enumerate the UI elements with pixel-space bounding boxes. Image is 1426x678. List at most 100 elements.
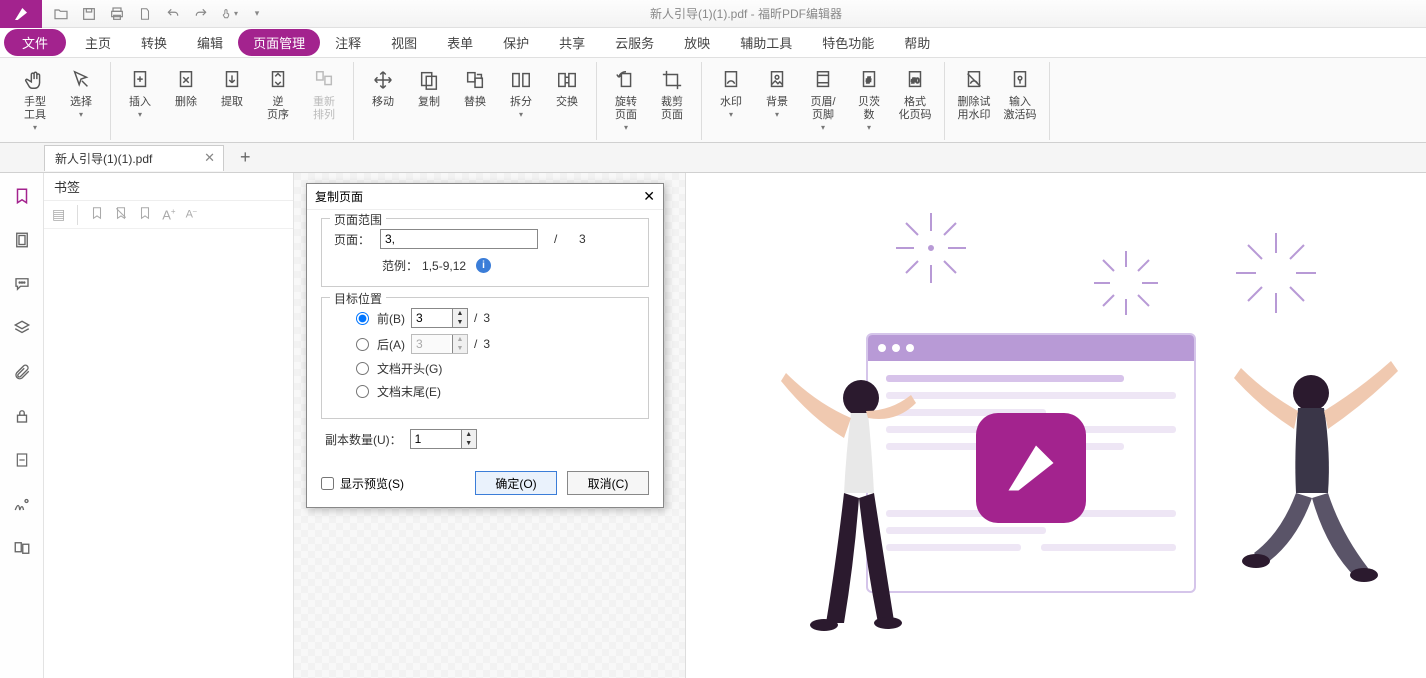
preview-checkbox[interactable]	[321, 477, 334, 490]
svg-text:#: #	[866, 76, 871, 85]
ribbon-copy-button[interactable]: 复制	[406, 62, 452, 140]
ribbon-activate-button[interactable]: 输入激活码	[997, 62, 1043, 140]
ribbon-headerfooter-button[interactable]: 页眉/页脚▾	[800, 62, 846, 140]
compare-icon[interactable]	[11, 537, 33, 559]
dialog-close-icon[interactable]: ✕	[643, 188, 655, 205]
form-icon[interactable]	[11, 449, 33, 471]
menu-protect[interactable]: 保护	[488, 29, 544, 56]
page-total: 3	[573, 232, 591, 246]
qat-dropdown-icon[interactable]: ▾	[248, 5, 266, 23]
bookmark-list-icon[interactable]: ▤	[52, 206, 65, 223]
preview-checkbox-row[interactable]: 显示预览(S)	[321, 475, 404, 492]
pages-icon[interactable]	[11, 229, 33, 251]
menu-view[interactable]: 视图	[376, 29, 432, 56]
menu-comment[interactable]: 注释	[320, 29, 376, 56]
copies-spinner[interactable]: ▲▼	[410, 429, 477, 449]
touch-icon[interactable]: ▾	[220, 5, 238, 23]
dialog-title: 复制页面	[315, 188, 363, 205]
page-input[interactable]	[380, 229, 538, 249]
close-tab-icon[interactable]: ✕	[204, 150, 215, 166]
page-range-legend: 页面范围	[330, 211, 386, 228]
document-tab-strip: 新人引导(1)(1).pdf ✕ +	[0, 143, 1426, 173]
bookmark-expand-icon[interactable]	[138, 206, 152, 223]
security-icon[interactable]	[11, 405, 33, 427]
menu-home[interactable]: 主页	[70, 29, 126, 56]
menu-edit[interactable]: 编辑	[182, 29, 238, 56]
bookmark-add-icon[interactable]	[90, 206, 104, 223]
doc-end-label: 文档末尾(E)	[377, 383, 441, 400]
title-bar: ▾ ▾ 新人引导(1)(1).pdf - 福昕PDF编辑器	[0, 0, 1426, 28]
menu-accessibility[interactable]: 辅助工具	[725, 29, 807, 56]
menu-page-manage[interactable]: 页面管理	[238, 29, 320, 56]
ribbon-extract-button[interactable]: 提取	[209, 62, 255, 140]
file-icon[interactable]	[136, 5, 154, 23]
background-icon	[766, 66, 788, 94]
firework-icon	[886, 203, 976, 298]
doc-begin-radio[interactable]	[356, 362, 369, 375]
layers-icon[interactable]	[11, 317, 33, 339]
ribbon-hand-button[interactable]: 手型工具▾	[12, 62, 58, 140]
page-label: 页面：	[334, 231, 372, 248]
print-icon[interactable]	[108, 5, 126, 23]
ribbon-reverse-button[interactable]: 逆页序	[255, 62, 301, 140]
before-radio[interactable]	[356, 312, 369, 325]
bookmark-icon[interactable]	[11, 185, 33, 207]
new-tab-button[interactable]: +	[240, 147, 251, 168]
comments-icon[interactable]	[11, 273, 33, 295]
menu-share[interactable]: 共享	[544, 29, 600, 56]
watermark-icon	[720, 66, 742, 94]
open-icon[interactable]	[52, 5, 70, 23]
save-icon[interactable]	[80, 5, 98, 23]
menu-present[interactable]: 放映	[669, 29, 725, 56]
before-spinner[interactable]: ▲▼	[411, 308, 468, 328]
undo-icon[interactable]	[164, 5, 182, 23]
ribbon-insert-button[interactable]: 插入▾	[117, 62, 163, 140]
font-smaller-icon[interactable]: A–	[186, 208, 197, 221]
ribbon-select-button[interactable]: 选择▾	[58, 62, 104, 140]
ribbon: 手型工具▾选择▾插入▾删除提取逆页序重新排列移动复制替换拆分▾交换旋转页面▾裁剪…	[0, 58, 1426, 143]
menu-features[interactable]: 特色功能	[807, 29, 889, 56]
menu-convert[interactable]: 转换	[126, 29, 182, 56]
menu-file[interactable]: 文件	[4, 29, 66, 56]
ok-button[interactable]: 确定(O)	[475, 471, 557, 495]
before-label: 前(B)	[377, 310, 405, 327]
app-logo-icon	[0, 0, 42, 28]
insert-icon	[129, 66, 151, 94]
rotate-icon	[615, 66, 637, 94]
bookmark-remove-icon[interactable]	[114, 206, 128, 223]
quick-access-toolbar: ▾ ▾	[52, 5, 266, 23]
ribbon-bates-button[interactable]: #贝茨数▾	[846, 62, 892, 140]
ribbon-delete-button[interactable]: 删除	[163, 62, 209, 140]
menu-cloud[interactable]: 云服务	[600, 29, 669, 56]
after-radio[interactable]	[356, 338, 369, 351]
replace-icon	[464, 66, 486, 94]
ribbon-background-button[interactable]: 背景▾	[754, 62, 800, 140]
attachments-icon[interactable]	[11, 361, 33, 383]
ribbon-split-button[interactable]: 拆分▾	[498, 62, 544, 140]
firework-icon	[1086, 243, 1166, 328]
ribbon-crop-button[interactable]: 裁剪页面	[649, 62, 695, 140]
doc-end-radio[interactable]	[356, 385, 369, 398]
move-icon	[372, 66, 394, 94]
ribbon-delwm-button[interactable]: 删除试用水印	[951, 62, 997, 140]
ribbon-formatnum-button[interactable]: #0格式化页码	[892, 62, 938, 140]
ribbon-watermark-button[interactable]: 水印▾	[708, 62, 754, 140]
info-icon[interactable]: i	[476, 258, 491, 273]
ribbon-replace-button[interactable]: 替换	[452, 62, 498, 140]
redo-icon[interactable]	[192, 5, 210, 23]
ribbon-rotate-button[interactable]: 旋转页面▾	[603, 62, 649, 140]
bookmark-panel: 书签 ▤ A+ A–	[44, 173, 294, 678]
signature-icon[interactable]	[11, 493, 33, 515]
document-tab[interactable]: 新人引导(1)(1).pdf ✕	[44, 145, 224, 171]
before-total: 3	[483, 311, 490, 325]
preview-label: 显示预览(S)	[340, 475, 404, 492]
menu-form[interactable]: 表单	[432, 29, 488, 56]
select-icon	[70, 66, 92, 94]
ribbon-move-button[interactable]: 移动	[360, 62, 406, 140]
ribbon-swap-button[interactable]: 交换	[544, 62, 590, 140]
menu-help[interactable]: 帮助	[889, 29, 945, 56]
cancel-button[interactable]: 取消(C)	[567, 471, 649, 495]
font-larger-icon[interactable]: A+	[162, 207, 175, 222]
document-view[interactable]	[686, 173, 1426, 678]
formatnum-icon: #0	[904, 66, 926, 94]
